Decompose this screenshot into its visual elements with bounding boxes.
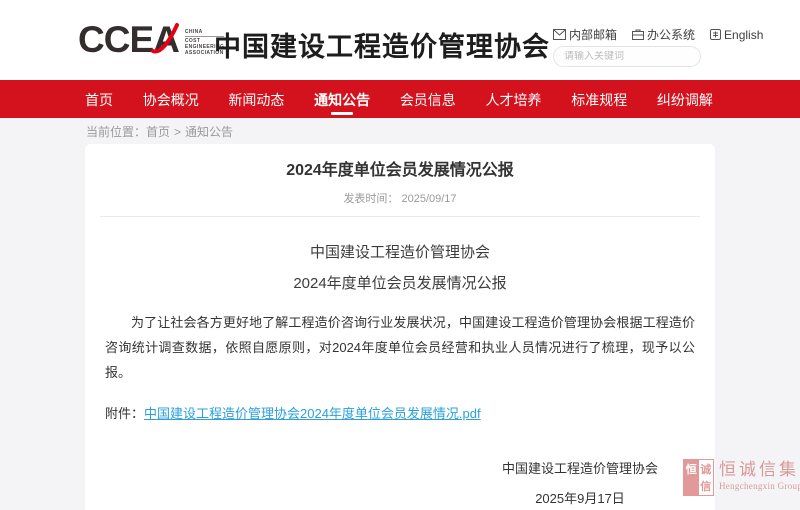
- signature-block: 中国建设工程造价管理协会 2025年9月17日: [470, 458, 690, 507]
- english-link[interactable]: English: [710, 28, 763, 42]
- nav-item-mediation[interactable]: 纠纷调解: [657, 80, 713, 118]
- breadcrumb-separator: >: [174, 125, 181, 139]
- article-card: 2024年度单位会员发展情况公报 发表时间： 2025/09/17 中国建设工程…: [85, 144, 715, 510]
- office-system-link[interactable]: 办公系统: [632, 26, 695, 43]
- briefcase-icon: [632, 29, 644, 40]
- quick-link-label: English: [724, 28, 763, 42]
- mail-icon: [553, 29, 566, 40]
- breadcrumb-home-link[interactable]: 首页: [146, 125, 170, 139]
- nav-item-news[interactable]: 新闻动态: [228, 80, 284, 118]
- quick-link-label: 内部邮箱: [569, 26, 617, 43]
- site-logo: CCEA CHINA COST ENGINEERING ASSOCIATION: [78, 20, 224, 60]
- attachment-pdf-link[interactable]: 中国建设工程造价管理协会2024年度单位会员发展情况.pdf: [144, 406, 481, 421]
- site-header: CCEA CHINA COST ENGINEERING ASSOCIATION …: [0, 0, 800, 80]
- nav-item-home[interactable]: 首页: [85, 80, 113, 118]
- signature-org: 中国建设工程造价管理协会: [470, 458, 690, 477]
- title-divider: [100, 216, 700, 217]
- publish-time: 发表时间： 2025/09/17: [100, 190, 700, 206]
- breadcrumb-current-link[interactable]: 通知公告: [185, 125, 233, 139]
- internal-mail-link[interactable]: 内部邮箱: [553, 26, 617, 43]
- watermark-name: 恒诚信集团: [719, 459, 800, 481]
- attachment-label: 附件：: [105, 406, 144, 421]
- breadcrumb: 当前位置：首页 > 通知公告: [86, 123, 233, 140]
- article-title: 2024年度单位会员发展情况公报: [100, 144, 700, 181]
- nav-item-standards[interactable]: 标准规程: [571, 80, 627, 118]
- signature-date: 2025年9月17日: [470, 488, 690, 507]
- site-title: 中国建设工程造价管理协会: [214, 25, 550, 64]
- watermark-text: 恒诚信集团 Hengchengxin Group: [719, 459, 800, 491]
- header-search-box: [553, 46, 701, 67]
- document-heading-org: 中国建设工程造价管理协会: [100, 243, 700, 263]
- main-nav: 首页 协会概况 新闻动态 通知公告 会员信息 人才培养 标准规程 纠纷调解: [0, 80, 800, 118]
- nav-item-notices[interactable]: 通知公告: [314, 80, 370, 118]
- document-paragraph: 为了让社会各方更好地了解工程造价咨询行业发展状况，中国建设工程造价管理协会根据工…: [105, 310, 695, 385]
- nav-item-members[interactable]: 会员信息: [400, 80, 456, 118]
- quick-link-label: 办公系统: [647, 26, 695, 43]
- nav-item-training[interactable]: 人才培养: [486, 80, 542, 118]
- breadcrumb-prefix: 当前位置：: [86, 125, 146, 139]
- attachment-row: 附件：中国建设工程造价管理协会2024年度单位会员发展情况.pdf: [105, 403, 695, 422]
- nav-item-about[interactable]: 协会概况: [143, 80, 199, 118]
- search-input[interactable]: [564, 51, 696, 62]
- document-heading-title: 2024年度单位会员发展情况公报: [100, 274, 700, 294]
- logo-swoosh-icon: [150, 22, 180, 56]
- logo-acronym: CCEA: [78, 20, 179, 60]
- header-quick-links: 内部邮箱 办公系统 English: [553, 26, 763, 43]
- watermark-name-en: Hengchengxin Group: [719, 481, 800, 491]
- translate-icon: [710, 29, 721, 40]
